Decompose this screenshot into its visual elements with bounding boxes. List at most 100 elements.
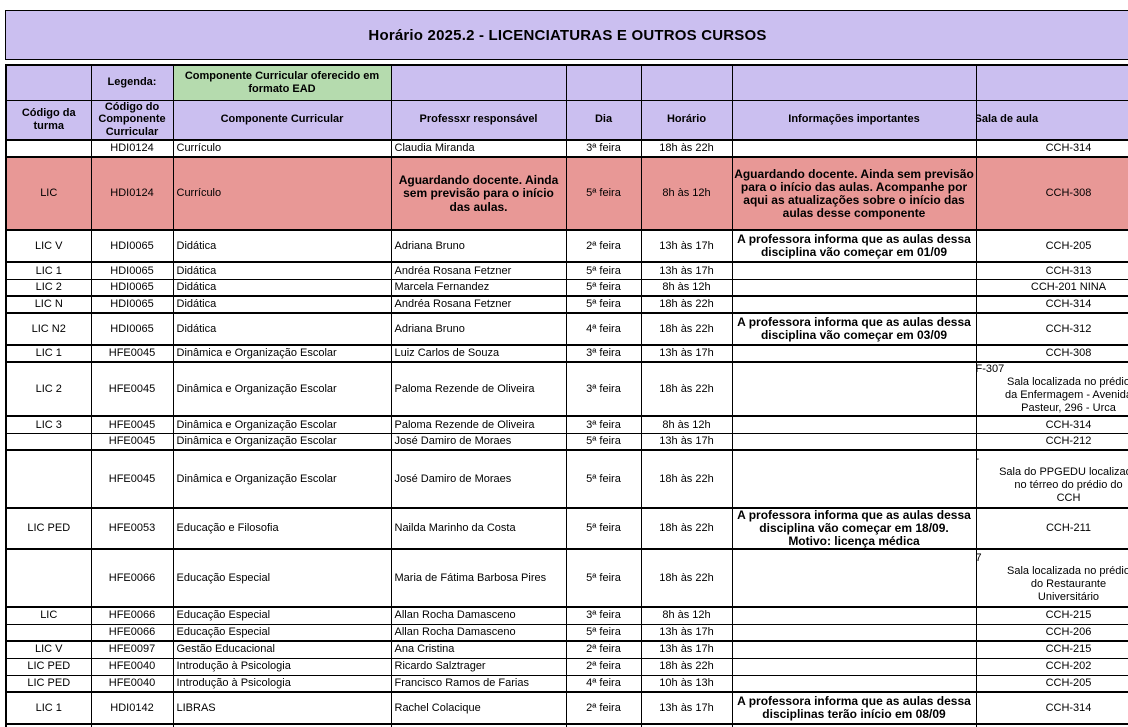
- horario-cell: 8h às 12h: [641, 157, 732, 230]
- professor-cell: Allan Rocha Damasceno: [391, 624, 566, 641]
- componente-cell: Introdução à Psicologia: [173, 658, 391, 675]
- horario-cell: 18h às 22h: [641, 313, 732, 345]
- info-cell: A professora informa que as aulas dessa …: [732, 692, 976, 724]
- table-row: LIC PEDHFE0040Introdução à PsicologiaFra…: [6, 675, 1128, 692]
- turma-cell: [6, 549, 91, 607]
- professor-cell: Aguardando docente. Ainda sem previsão p…: [391, 157, 566, 230]
- sala-cell: CCH-205: [976, 230, 1128, 262]
- horario-cell: 13h às 17h: [641, 345, 732, 362]
- table-row: LICHFE0066Educação EspecialAllan Rocha D…: [6, 607, 1128, 624]
- header-row: Código da turmaCódigo do Componente Curr…: [6, 100, 1128, 140]
- table-row: LIC 3HFE0045Dinâmica e Organização Escol…: [6, 416, 1128, 433]
- dia-cell: 2ª feira: [566, 230, 641, 262]
- info-cell: [732, 345, 976, 362]
- title-band: Horário 2025.2 - LICENCIATURAS E OUTROS …: [5, 10, 1128, 60]
- turma-cell: [6, 624, 91, 641]
- componente-cell: Currículo: [173, 140, 391, 157]
- info-line: Motivo: licença médica: [734, 535, 975, 548]
- turma-cell: LIC V: [6, 641, 91, 658]
- schedule-table: Legenda: Componente Curricular oferecido…: [5, 64, 1128, 727]
- column-header: Horário: [641, 100, 732, 140]
- legend-empty-cell: [391, 65, 566, 100]
- dia-cell: 4ª feira: [566, 313, 641, 345]
- sala-line: da Enfermagem - Avenida: [979, 389, 1128, 402]
- dia-cell: 5ª feira: [566, 549, 641, 607]
- codigo-cell: HFE0053: [91, 508, 173, 549]
- componente-cell: Educação Especial: [173, 607, 391, 624]
- table-row: LIC PEDHFE0053Educação e FilosofiaNailda…: [6, 508, 1128, 549]
- legend-row: Legenda: Componente Curricular oferecido…: [6, 65, 1128, 100]
- sala-cell: F-307Sala localizada no prédioda Enferma…: [976, 362, 1128, 416]
- sala-cell: CCH-314: [976, 416, 1128, 433]
- table-row: LIC PEDHFE0040Introdução à PsicologiaRic…: [6, 658, 1128, 675]
- info-cell: [732, 433, 976, 450]
- dia-cell: 4ª feira: [566, 675, 641, 692]
- codigo-cell: HFE0045: [91, 345, 173, 362]
- sala-line: do Restaurante: [979, 578, 1128, 591]
- legend-label: Legenda:: [91, 65, 173, 100]
- info-cell: Aguardando docente. Ainda sem previsão p…: [732, 157, 976, 230]
- legend-empty-cell: [732, 65, 976, 100]
- horario-cell: 8h às 12h: [641, 279, 732, 296]
- legend-empty-cell: [6, 65, 91, 100]
- table-row: HFE0045Dinâmica e Organização EscolarJos…: [6, 450, 1128, 508]
- info-cell: [732, 549, 976, 607]
- dia-cell: 2ª feira: [566, 641, 641, 658]
- dia-cell: 3ª feira: [566, 607, 641, 624]
- turma-cell: LIC 3: [6, 416, 91, 433]
- componente-cell: Educação Especial: [173, 624, 391, 641]
- horario-cell: 8h às 12h: [641, 416, 732, 433]
- info-line: A professora informa que as aulas dessa …: [734, 509, 975, 535]
- horario-cell: 13h às 17h: [641, 433, 732, 450]
- horario-cell: 18h às 22h: [641, 140, 732, 157]
- professor-cell: Luiz Carlos de Souza: [391, 345, 566, 362]
- table-row: LIC 1HDI0142LIBRASRachel Colacique2ª fei…: [6, 692, 1128, 724]
- horario-cell: 18h às 22h: [641, 296, 732, 313]
- codigo-cell: HFE0045: [91, 362, 173, 416]
- componente-cell: Didática: [173, 313, 391, 345]
- info-cell: [732, 279, 976, 296]
- sala-line: CCH: [979, 492, 1128, 505]
- componente-cell: Dinâmica e Organização Escolar: [173, 416, 391, 433]
- componente-cell: Educação Especial: [173, 549, 391, 607]
- componente-cell: Educação e Filosofia: [173, 508, 391, 549]
- info-cell: [732, 296, 976, 313]
- componente-cell: Dinâmica e Organização Escolar: [173, 450, 391, 508]
- codigo-cell: HDI0065: [91, 279, 173, 296]
- legend-empty-cell: [976, 65, 1128, 100]
- professor-cell: Adriana Bruno: [391, 230, 566, 262]
- legend-ead-cell: Componente Curricular oferecido em forma…: [173, 65, 391, 100]
- sala-cell: CCH-211: [976, 508, 1128, 549]
- professor-cell: Rachel Colacique: [391, 692, 566, 724]
- horario-cell: 18h às 22h: [641, 549, 732, 607]
- dia-cell: 3ª feira: [566, 416, 641, 433]
- table-row: LIC VHDI0065DidáticaAdriana Bruno2ª feir…: [6, 230, 1128, 262]
- info-cell: [732, 641, 976, 658]
- turma-cell: LIC N2: [6, 313, 91, 345]
- info-cell: [732, 607, 976, 624]
- codigo-cell: HDI0065: [91, 262, 173, 279]
- spreadsheet-view: Horário 2025.2 - LICENCIATURAS E OUTROS …: [0, 0, 1128, 727]
- info-cell: [732, 262, 976, 279]
- info-cell: [732, 416, 976, 433]
- dia-cell: 3ª feira: [566, 345, 641, 362]
- page-title: Horário 2025.2 - LICENCIATURAS E OUTROS …: [368, 27, 766, 44]
- column-header: Código do Componente Curricular: [91, 100, 173, 140]
- info-cell: [732, 624, 976, 641]
- codigo-cell: HFE0066: [91, 607, 173, 624]
- turma-cell: LIC 1: [6, 692, 91, 724]
- info-cell: A professora informa que as aulas dessa …: [732, 230, 976, 262]
- table-row: LICHDI0124CurrículoAguardando docente. A…: [6, 157, 1128, 230]
- sala-cell: CCH-201 NINA: [976, 279, 1128, 296]
- dia-cell: 5ª feira: [566, 433, 641, 450]
- professor-cell: Paloma Rezende de Oliveira: [391, 416, 566, 433]
- column-header: Componente Curricular: [173, 100, 391, 140]
- horario-cell: 13h às 17h: [641, 230, 732, 262]
- turma-cell: [6, 450, 91, 508]
- legend-empty-cell: [566, 65, 641, 100]
- professor-cell: Ana Cristina: [391, 641, 566, 658]
- professor-cell: Nailda Marinho da Costa: [391, 508, 566, 549]
- sala-line: Sala do PPGEDU localizada: [979, 466, 1128, 479]
- turma-cell: [6, 433, 91, 450]
- professor-cell: Andréa Rosana Fetzner: [391, 296, 566, 313]
